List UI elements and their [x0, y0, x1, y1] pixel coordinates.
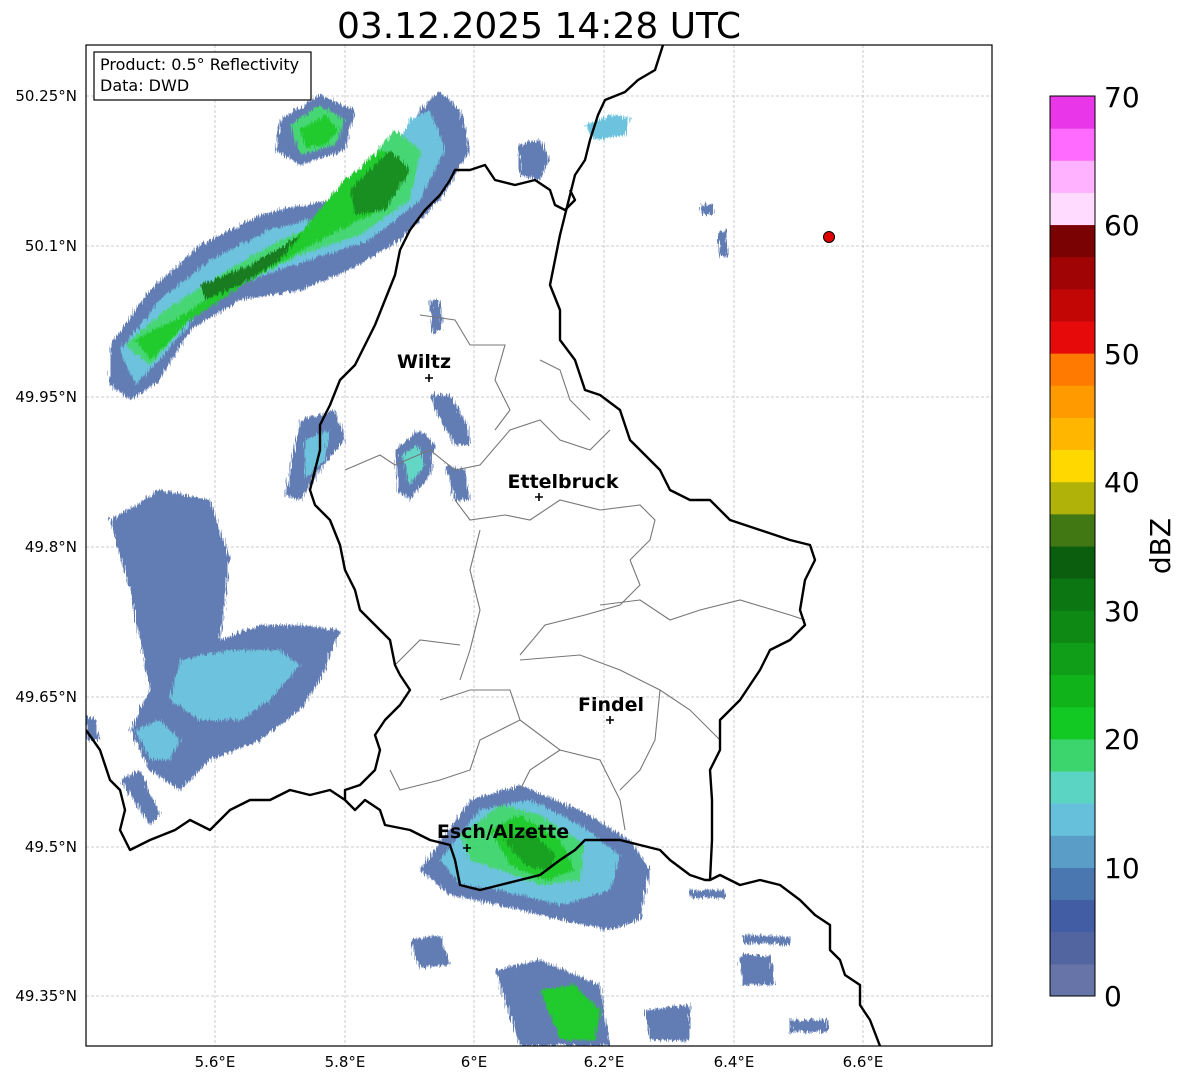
lon-tick: 6.6°E: [843, 1053, 884, 1071]
location-marker-icon: [823, 231, 835, 243]
colorbar-band: [1050, 963, 1095, 997]
colorbar-band: [1050, 224, 1095, 258]
colorbar-bands: [1050, 96, 1095, 997]
colorbar-band: [1050, 546, 1095, 579]
colorbar-band: [1050, 353, 1095, 386]
colorbar-band: [1050, 867, 1095, 901]
colorbar-band: [1050, 835, 1095, 868]
plot-area: Wiltz Ettelbruck Findel Esch/Alzette Pro…: [85, 44, 993, 1047]
colorbar-band: [1050, 578, 1095, 611]
product-info-box: Product: 0.5° Reflectivity Data: DWD: [93, 51, 312, 101]
colorbar-tick: 0: [1104, 980, 1122, 1013]
colorbar-tick: 20: [1104, 723, 1140, 756]
colorbar-band: [1050, 256, 1095, 290]
colorbar-tick: 50: [1104, 338, 1140, 371]
lon-tick: 6.2°E: [584, 1053, 625, 1071]
lon-tick: 5.6°E: [195, 1053, 236, 1071]
colorbar-band: [1050, 674, 1095, 708]
lat-tick: 50.25°N: [15, 87, 77, 105]
map-title: 03.12.2025 14:28 UTC: [337, 6, 741, 47]
city-label: Findel: [578, 694, 644, 716]
data-source-label: Data: DWD: [100, 76, 189, 95]
colorbar-band: [1050, 288, 1095, 322]
lat-tick: 49.5°N: [25, 838, 77, 856]
colorbar-band: [1050, 449, 1095, 483]
colorbar-band: [1050, 899, 1095, 933]
colorbar-tick: 10: [1104, 852, 1140, 885]
colorbar-band: [1050, 803, 1095, 836]
lat-tick: 50.1°N: [25, 237, 77, 255]
lon-tick: 6.4°E: [714, 1053, 755, 1071]
echo-cell-northeast-4: [700, 204, 714, 214]
colorbar-tick: 40: [1104, 466, 1140, 499]
radar-map-figure: 03.12.2025 14:28 UTC Wiltz Ettelbruck Fi…: [15, 6, 1177, 1071]
product-label: Product: 0.5° Reflectivity: [100, 55, 299, 74]
colorbar-band: [1050, 321, 1095, 354]
lon-tick: 5.8°E: [325, 1053, 366, 1071]
colorbar-band: [1050, 642, 1095, 676]
lat-tick: 49.8°N: [25, 538, 77, 556]
colorbar-tick: 60: [1104, 209, 1140, 242]
lon-tick: 6°E: [461, 1053, 488, 1071]
colorbar-band: [1050, 513, 1095, 547]
colorbar-ticks: 0 10 20 30 40 50 60 70: [1104, 81, 1140, 1013]
colorbar-band: [1050, 417, 1095, 451]
colorbar-band: [1050, 128, 1095, 161]
colorbar-band: [1050, 771, 1095, 804]
colorbar-band: [1050, 481, 1095, 515]
colorbar-label: dBZ: [1144, 518, 1177, 574]
lat-tick: 49.65°N: [15, 688, 77, 706]
colorbar: 0 10 20 30 40 50 60 70 dBZ: [1049, 81, 1177, 1013]
colorbar-band: [1050, 931, 1095, 965]
city-label: Ettelbruck: [508, 471, 619, 493]
colorbar-band: [1050, 385, 1095, 418]
colorbar-band: [1050, 96, 1095, 129]
colorbar-band: [1050, 738, 1095, 772]
city-label: Esch/Alzette: [437, 821, 569, 843]
colorbar-band: [1050, 192, 1095, 226]
colorbar-band: [1050, 160, 1095, 193]
colorbar-band: [1050, 706, 1095, 740]
latitude-tick-labels: 50.25°N 50.1°N 49.95°N 49.8°N 49.65°N 49…: [15, 87, 77, 1005]
colorbar-band: [1050, 610, 1095, 643]
colorbar-tick: 30: [1104, 595, 1140, 628]
city-label: Wiltz: [397, 351, 451, 373]
lat-tick: 49.95°N: [15, 388, 77, 406]
colorbar-tick: 70: [1104, 81, 1140, 114]
longitude-tick-labels: 5.6°E 5.8°E 6°E 6.2°E 6.4°E 6.6°E: [195, 1053, 884, 1071]
lat-tick: 49.35°N: [15, 987, 77, 1005]
